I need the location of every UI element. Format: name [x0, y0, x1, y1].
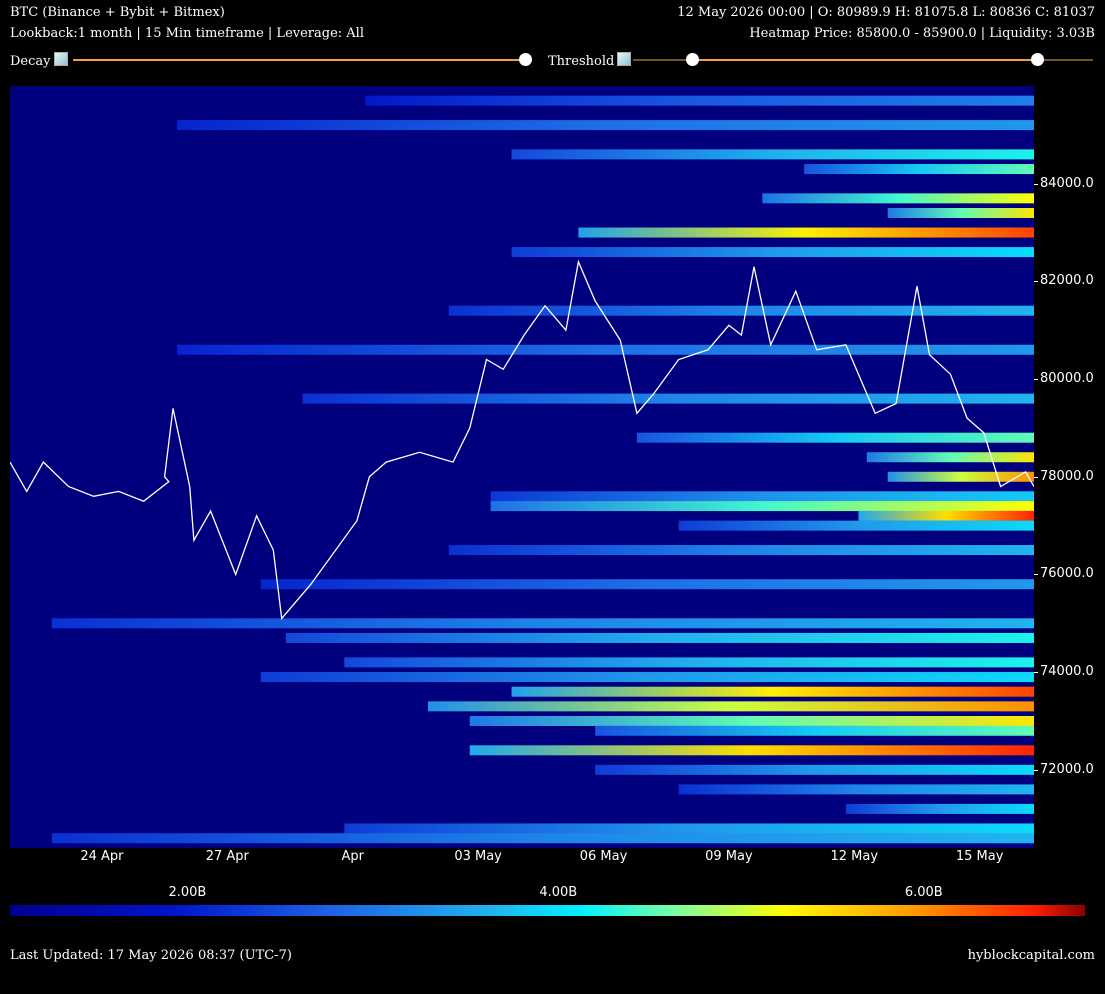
liquidity-band — [285, 632, 1034, 643]
decay-info-icon[interactable] — [53, 52, 68, 66]
y-tick-label: 76000.0 — [1040, 566, 1094, 582]
liquidity-band — [427, 701, 1034, 712]
x-tick-label: 15 May — [955, 849, 1004, 864]
liquidity-band — [260, 672, 1034, 683]
decay-label: Decay — [10, 52, 68, 69]
liquidity-band — [365, 95, 1034, 106]
y-tick-label: 84000.0 — [1040, 175, 1094, 191]
y-tick-mark — [1034, 183, 1038, 185]
threshold-slider-range — [692, 59, 1038, 61]
x-tick-label: 06 May — [579, 849, 628, 864]
liquidity-band — [804, 164, 1034, 175]
threshold-max-handle[interactable] — [1030, 53, 1044, 66]
liquidity-colorbar — [10, 905, 1085, 916]
y-tick-label: 72000.0 — [1040, 761, 1094, 777]
liquidity-band — [511, 686, 1034, 697]
liquidity-band — [636, 432, 1034, 443]
x-tick-label: 12 May — [830, 849, 879, 864]
y-tick-mark — [1034, 672, 1038, 674]
y-tick-mark — [1034, 769, 1038, 771]
y-tick-mark — [1034, 379, 1038, 381]
x-tick-label: 27 Apr — [205, 849, 249, 864]
liquidity-band — [595, 725, 1034, 736]
liquidity-band — [469, 716, 1034, 726]
liquidity-band — [51, 833, 1034, 844]
liquidity-band — [344, 823, 1034, 834]
threshold-label: Threshold — [548, 52, 632, 69]
y-tick-label: 80000.0 — [1040, 371, 1094, 387]
liquidity-band — [866, 452, 1034, 463]
liquidity-band — [678, 520, 1034, 531]
decay-slider-track[interactable] — [73, 59, 526, 61]
x-tick-label: 03 May — [454, 849, 502, 864]
threshold-info-icon[interactable] — [617, 52, 632, 66]
y-tick-label: 82000.0 — [1040, 273, 1094, 289]
liquidity-band — [344, 657, 1034, 668]
liquidity-band — [858, 510, 1034, 521]
liquidity-band — [177, 120, 1034, 131]
last-updated: Last Updated: 17 May 2026 08:37 (UTC-7) — [10, 948, 292, 963]
liquidity-band — [490, 491, 1034, 502]
liquidity-band — [845, 803, 1034, 814]
settings-readout: Lookback:1 month | 15 Min timeframe | Le… — [10, 26, 364, 41]
liquidity-band — [51, 618, 1034, 629]
liquidity-band — [448, 545, 1034, 556]
brand-link[interactable]: hyblockcapital.com — [968, 948, 1095, 963]
y-tick-label: 74000.0 — [1040, 664, 1094, 680]
liquidity-band — [595, 764, 1034, 775]
liquidity-band — [490, 501, 1034, 512]
liquidity-band — [578, 227, 1034, 238]
liquidity-band — [887, 208, 1034, 218]
x-tick-label: Apr — [341, 849, 364, 864]
liquidation-heatmap[interactable] — [10, 86, 1034, 848]
liquidity-band — [302, 393, 1034, 404]
y-tick-mark — [1034, 574, 1038, 576]
liquidity-band — [469, 745, 1034, 756]
ohlc-readout: 12 May 2026 00:00 | O: 80989.9 H: 81075.… — [677, 5, 1095, 20]
colorbar-label: 2.00B — [168, 885, 207, 900]
threshold-label-text: Threshold — [548, 54, 615, 69]
heatmap-svg — [10, 95, 1034, 844]
liquidity-band — [260, 579, 1034, 590]
y-tick-mark — [1034, 281, 1038, 283]
x-tick-label: 09 May — [705, 849, 753, 864]
x-tick-label: 24 Apr — [80, 849, 124, 864]
liquidity-band — [448, 305, 1034, 316]
liquidity-band — [511, 247, 1034, 258]
liquidity-band — [762, 193, 1034, 204]
liquidity-band — [511, 149, 1034, 160]
decay-slider-handle[interactable] — [519, 53, 532, 66]
y-tick-label: 78000.0 — [1040, 468, 1094, 484]
colorbar-label: 4.00B — [539, 885, 578, 900]
colorbar-label: 6.00B — [904, 885, 943, 900]
threshold-min-handle[interactable] — [685, 53, 699, 66]
chart-title: BTC (Binance + Bybit + Bitmex) — [10, 5, 225, 20]
liquidity-band — [678, 784, 1034, 795]
heatmap-info: Heatmap Price: 85800.0 - 85900.0 | Liqui… — [749, 26, 1095, 41]
decay-label-text: Decay — [10, 54, 51, 69]
y-tick-mark — [1034, 476, 1038, 478]
